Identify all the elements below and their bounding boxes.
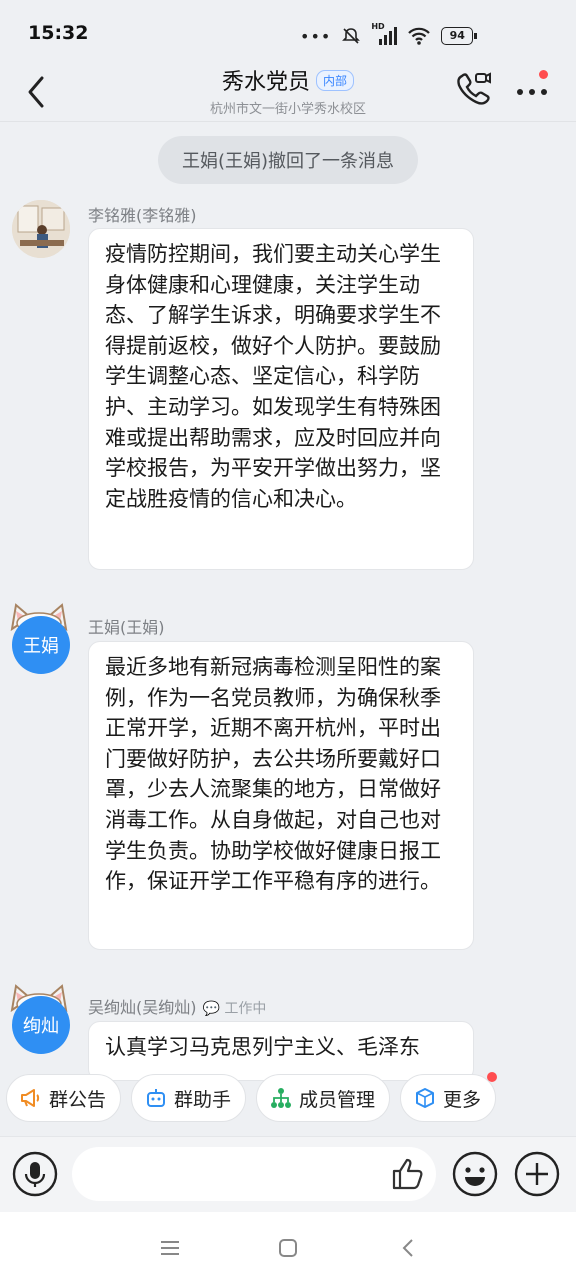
signal-icon: HD [371,22,398,46]
avatar[interactable] [12,200,70,258]
home-button[interactable] [272,1232,304,1264]
cube-icon [416,1088,435,1108]
message-bubble[interactable]: 疫情防控期间，我们要主动关心学生身体健康和心理健康，关注学生动态、了解学生诉求，… [88,228,474,570]
wifi-icon [408,27,431,45]
announcement-chip[interactable]: 群公告 [6,1074,122,1122]
sender-name: 王娟(王娟) [88,618,165,637]
notification-dot [539,70,548,79]
header-divider [0,121,576,122]
group-title: 秀水党员 [221,70,310,95]
work-status: 💬 工作中 [203,1001,267,1017]
status-bar: 15:32 ••• HD 94 [0,0,576,62]
thumbs-up-icon [392,1158,423,1190]
menu-icon [161,1241,179,1255]
back-nav-button[interactable] [392,1232,424,1264]
chat-header: 秀水党员 内部 杭州市文一街小学秀水校区 [0,62,576,120]
dots-icon: ••• [300,26,332,46]
battery-level: 94 [441,27,474,45]
org-chart-icon [271,1088,292,1108]
avatar[interactable]: 绚灿 [12,996,70,1054]
battery-icon: 94 [441,27,478,45]
chip-label: 群公告 [49,1088,107,1111]
smiley-icon [452,1151,498,1197]
more-chip[interactable]: 更多 [400,1072,498,1122]
mute-bell-icon [342,28,361,44]
internal-tag: 内部 [316,69,355,91]
message-bubble[interactable]: 最近多地有新冠病毒检测呈阳性的案例，作为一名党员教师，为确保秋季正常开学，近期不… [88,641,474,950]
more-button[interactable] [512,68,556,108]
chat-bubble-icon: 💬 [202,1001,220,1017]
home-square-icon [279,1239,297,1257]
robot-icon [147,1089,166,1107]
chip-label: 更多 [443,1088,482,1111]
member-management-chip[interactable]: 成员管理 [256,1074,391,1122]
voice-button[interactable] [12,1151,58,1197]
menu-button[interactable] [154,1232,186,1264]
avatar[interactable]: 王娟 [12,616,70,674]
call-button[interactable] [454,68,494,108]
plus-circle-icon [514,1151,560,1197]
input-bar [0,1136,576,1213]
system-nav-bar [0,1212,576,1280]
status-time: 15:32 [28,22,89,44]
microphone-icon [12,1151,58,1197]
chip-label: 群助手 [174,1088,232,1111]
megaphone-icon [21,1089,40,1107]
recall-notice: 王娟(王娟)撤回了一条消息 [158,136,418,184]
quick-actions-bar: 群公告 群助手 成员管理 更多 [0,1072,576,1132]
more-dots-icon [517,89,547,95]
message-bubble[interactable]: 认真学习马克思列宁主义、毛泽东 [88,1021,474,1081]
assistant-chip[interactable]: 群助手 [131,1074,247,1122]
sender-name: 李铭雅(李铭雅) [88,206,197,225]
sender-name-text: 吴绚灿(吴绚灿) [88,998,197,1017]
sender-name: 吴绚灿(吴绚灿) 💬 工作中 [88,994,266,1018]
notification-dot [487,1072,498,1082]
plus-button[interactable] [514,1151,560,1197]
avatar-photo-icon [12,200,70,258]
work-status-text: 工作中 [224,1001,267,1017]
emoji-button[interactable] [452,1151,498,1197]
message-input[interactable] [72,1147,436,1201]
phone-video-icon [457,72,491,105]
chevron-left-icon [402,1239,413,1257]
like-button[interactable] [388,1155,426,1193]
chip-label: 成员管理 [299,1088,376,1111]
